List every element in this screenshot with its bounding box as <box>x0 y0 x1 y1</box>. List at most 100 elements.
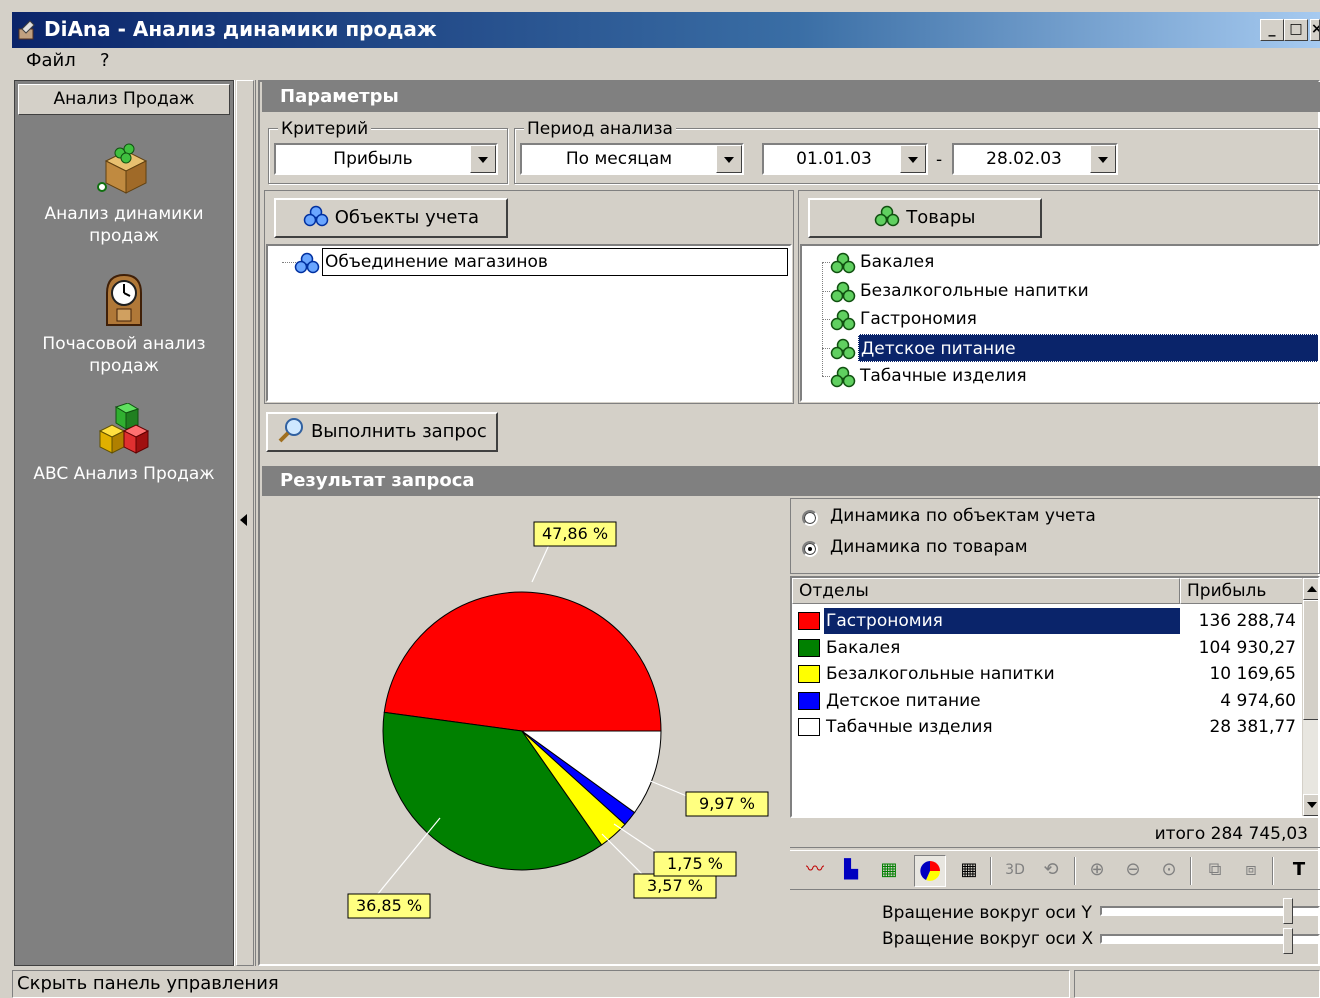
tree-item-goods[interactable]: Детское питание <box>822 333 1318 362</box>
row-name: Табачные изделия <box>826 717 993 737</box>
toolbar-separator <box>990 857 992 885</box>
box-icon <box>97 143 148 194</box>
sidebar-item-label: Анализ динамики продаж <box>44 204 204 246</box>
period-label: Период анализа <box>524 120 676 138</box>
run-query-button[interactable]: Выполнить запрос <box>266 412 498 452</box>
row-name: Бакалея <box>826 637 901 658</box>
title-bar[interactable]: DiAna - Анализ динамики продаж _ □ × <box>12 12 1320 48</box>
table-icon[interactable]: ▦ <box>954 853 984 889</box>
menu-help[interactable]: ? <box>100 50 110 71</box>
tree-item-goods[interactable]: Табачные изделия <box>822 362 1318 390</box>
sidebar-item-hourly[interactable]: Почасовой анализ продаж <box>15 271 233 377</box>
row-value: 10 169,65 <box>1209 664 1296 684</box>
table-row[interactable]: Табачные изделия 28 381,77 <box>796 714 1302 741</box>
tree-connector <box>822 347 830 349</box>
column-header-value[interactable]: Прибыль <box>1180 578 1304 604</box>
pie-label-text: 9,97 % <box>699 794 755 813</box>
criterion-select[interactable]: Прибыль <box>274 143 498 175</box>
chevron-down-icon <box>1307 802 1317 808</box>
pie-label-text: 1,75 % <box>667 854 723 873</box>
stacked-bar-icon[interactable]: ▦ <box>874 853 904 889</box>
date-to-picker[interactable]: 28.02.03 <box>952 143 1118 175</box>
rot-y-label: Вращение вокруг оси Y <box>882 903 1092 923</box>
bar-chart-icon[interactable]: ▙ <box>836 853 866 889</box>
chevron-down-icon[interactable] <box>1090 145 1116 173</box>
pie-leader-line <box>367 817 441 907</box>
objects-button-label: Объекты учета <box>334 207 479 228</box>
rot-x-slider-thumb[interactable] <box>1283 928 1293 954</box>
menu-file[interactable]: Файл <box>26 50 76 71</box>
3d-icon[interactable]: 3D <box>1000 853 1030 889</box>
pie-slice[interactable] <box>383 591 662 732</box>
pie-label-text: 47,86 % <box>542 524 608 543</box>
date-from-picker[interactable]: 01.01.03 <box>762 143 928 175</box>
scroll-up-button[interactable] <box>1303 578 1318 600</box>
sidebar-item-abc[interactable]: ABC Анализ Продаж <box>15 403 233 485</box>
window-title: DiAna - Анализ динамики продаж <box>44 17 437 41</box>
table-row[interactable]: Гастрономия 136 288,74 <box>796 608 1302 635</box>
minimize-button[interactable]: _ <box>1260 19 1284 41</box>
table-row[interactable]: Детское питание 4 974,60 <box>796 688 1302 715</box>
criterion-value: Прибыль <box>333 149 413 169</box>
zoom-in-icon[interactable]: ⊕ <box>1082 853 1112 889</box>
objects-tree[interactable]: Объединение магазинов <box>266 244 792 402</box>
goods-button[interactable]: Товары <box>808 198 1042 238</box>
clock-icon <box>106 273 142 326</box>
radio-goods[interactable] <box>802 541 818 557</box>
pie-chart-icon[interactable] <box>914 855 946 887</box>
status-text[interactable]: Скрыть панель управления <box>12 970 1070 998</box>
copy-icon[interactable]: ⧉ <box>1200 853 1230 889</box>
run-query-label: Выполнить запрос <box>310 421 487 442</box>
pie-glyph <box>920 861 940 881</box>
sidebar-item-sales-dynamics[interactable]: Анализ динамики продаж <box>15 137 233 247</box>
objects-button[interactable]: Объекты учета <box>274 198 508 238</box>
radio-objects-label[interactable]: Динамика по объектам учета <box>830 506 1096 526</box>
group-icon <box>303 205 329 227</box>
chevron-down-icon[interactable] <box>470 145 496 173</box>
radio-goods-label[interactable]: Динамика по товарам <box>830 537 1028 557</box>
line-chart-icon[interactable]: 〰 <box>800 853 830 889</box>
paste-icon[interactable]: ⧈ <box>1236 853 1266 889</box>
chevron-down-icon[interactable] <box>716 145 742 173</box>
tree-item-object[interactable]: Объединение магазинов <box>292 248 792 276</box>
scroll-thumb[interactable] <box>1303 600 1318 720</box>
collapse-arrow-icon[interactable] <box>240 514 247 526</box>
tree-item-goods[interactable]: Безалкогольные напитки <box>822 277 1318 305</box>
app-icon <box>18 20 35 40</box>
rot-y-slider-thumb[interactable] <box>1283 898 1293 924</box>
tree-item-goods[interactable]: Бакалея <box>822 248 1318 276</box>
period-select[interactable]: По месяцам <box>520 143 744 175</box>
zoom-reset-icon[interactable]: ⊙ <box>1154 853 1184 889</box>
pie-label-text: 3,57 % <box>647 876 703 895</box>
row-value: 28 381,77 <box>1209 717 1296 737</box>
table-row[interactable]: Бакалея 104 930,27 <box>796 635 1302 662</box>
text-icon[interactable]: T <box>1284 853 1314 889</box>
goods-tree[interactable]: Бакалея Безалкогольные напитки Гастрономия… <box>800 244 1320 402</box>
group-icon <box>294 252 320 274</box>
toolbar-separator <box>1074 857 1076 885</box>
control-panel: Анализ Продаж Анализ динамики продаж Поч… <box>14 80 234 966</box>
group-icon <box>830 309 856 331</box>
chevron-down-icon[interactable] <box>900 145 926 173</box>
criterion-label: Критерий <box>278 120 372 138</box>
sidebar-header[interactable]: Анализ Продаж <box>18 84 230 115</box>
toolbar-separator <box>1190 857 1192 885</box>
tree-item-goods[interactable]: Гастрономия <box>822 305 1318 333</box>
close-button[interactable]: × <box>1310 19 1320 41</box>
scroll-down-button[interactable] <box>1303 794 1318 816</box>
maximize-button[interactable]: □ <box>1284 19 1308 41</box>
scrollbar[interactable] <box>1302 578 1318 816</box>
column-header-name[interactable]: Отделы <box>792 578 1180 604</box>
zoom-out-icon[interactable]: ⊖ <box>1118 853 1148 889</box>
results-grid[interactable]: Отделы Прибыль Гастрономия 136 288,74 Бака… <box>790 576 1320 818</box>
table-row[interactable]: Безалкогольные напитки 10 169,65 <box>796 661 1302 688</box>
row-name: Безалкогольные напитки <box>826 664 1055 684</box>
sidebar-item-label: Почасовой анализ продаж <box>42 334 206 376</box>
tree-item-label: Объединение магазинов <box>322 248 788 276</box>
tree-item-label: Безалкогольные напитки <box>860 280 1089 301</box>
date-to-value: 28.02.03 <box>986 149 1062 169</box>
rotate-icon[interactable]: ⟲ <box>1036 853 1066 889</box>
date-from-value: 01.01.03 <box>796 149 872 169</box>
radio-objects[interactable] <box>802 510 818 526</box>
tree-connector <box>822 262 830 263</box>
